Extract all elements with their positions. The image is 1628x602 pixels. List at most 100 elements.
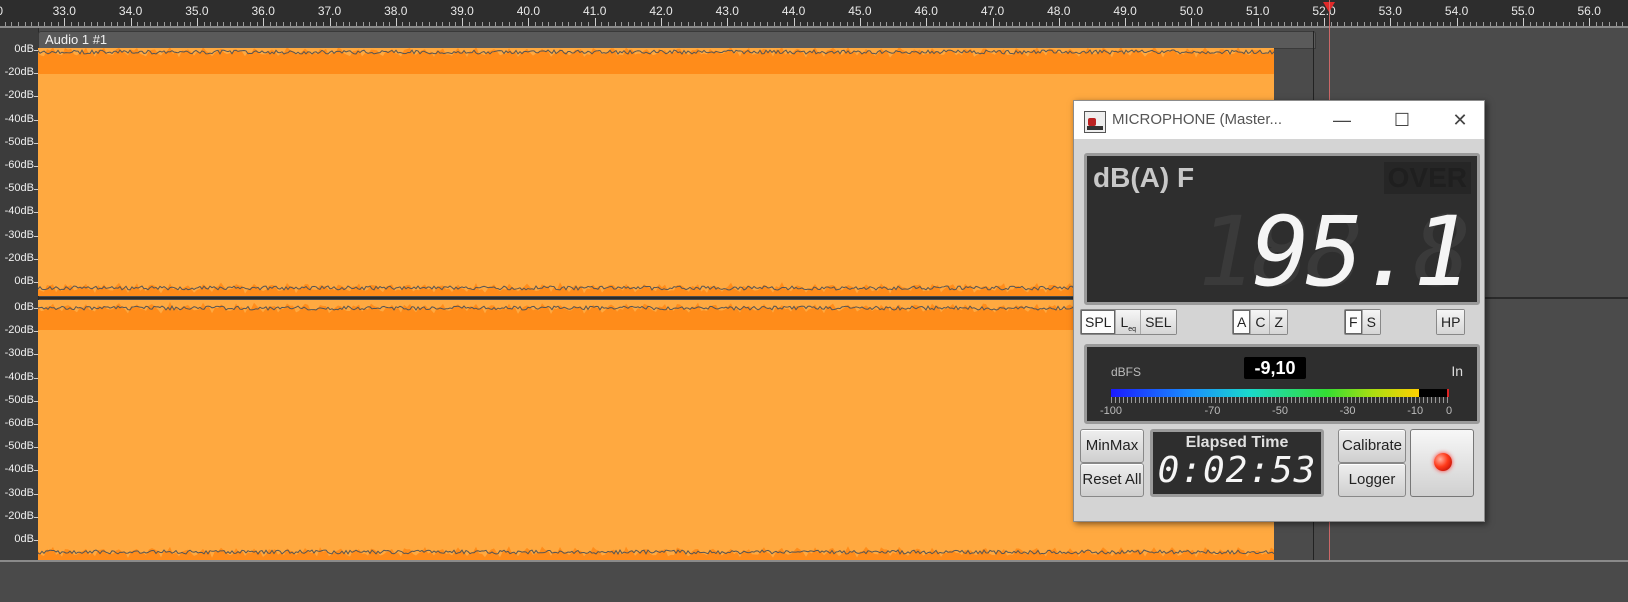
ruler-minor-tick [1404,22,1405,26]
leq-mode-button[interactable]: Leq [1116,310,1141,334]
ruler-minor-tick [389,22,390,26]
ruler-major-tick [1390,18,1391,26]
reset-all-button[interactable]: Reset All [1080,463,1144,497]
ruler-minor-tick [495,22,496,26]
ruler-minor-tick [535,22,536,26]
ruler-minor-tick [906,22,907,26]
spl-mode-button[interactable]: SPL [1081,310,1116,334]
ruler-minor-tick [1536,22,1537,26]
ruler-minor-tick [409,22,410,26]
ruler-minor-tick [1092,22,1093,26]
ruler-minor-tick [1165,22,1166,26]
ruler-major-tick [197,18,198,26]
ruler-tick-label: 37.0 [318,4,341,18]
ruler-minor-tick [442,22,443,26]
ruler-minor-tick [469,22,470,26]
dbfs-meter-panel: dBFS -9,10 In -100 -70 -50 -30 -10 0 [1084,344,1480,424]
ruler-tick-label: 48.0 [1047,4,1070,18]
timeline-ruler[interactable]: .0 33.0 34.0 35.0 36.0 37.0 38.0 39.0 40.0 41.0 42… [0,0,1628,28]
db-scale-label: 0dB [14,301,34,313]
elapsed-time-display: Elapsed Time 0:02:53 [1150,429,1324,497]
microphone-meter-window[interactable]: MICROPHONE (Master... — ☐ ✕ dB(A) F OVER… [1073,100,1485,522]
ruler-minor-tick [31,22,32,26]
frequency-weighting-group: A C Z [1232,309,1288,335]
ruler-minor-tick [1291,22,1292,26]
ruler-minor-tick [601,22,602,26]
time-fast-button[interactable]: F [1345,310,1363,334]
ruler-minor-tick [1284,22,1285,26]
minmax-button[interactable]: MinMax [1080,429,1144,463]
ruler-minor-tick [886,22,887,26]
db-scale-label: 0dB [14,43,34,55]
ruler-minor-tick [1609,22,1610,26]
ruler-minor-tick [688,22,689,26]
ruler-minor-tick [893,22,894,26]
ruler-minor-tick [1085,22,1086,26]
ruler-minor-tick [780,22,781,26]
db-scale-label: -20dB [5,252,34,264]
input-label: In [1451,363,1463,379]
highpass-button[interactable]: HP [1437,310,1464,334]
ruler-tick-label: 43.0 [716,4,739,18]
ruler-minor-tick [502,22,503,26]
ruler-minor-tick [150,22,151,26]
ruler-minor-tick [634,22,635,26]
ruler-major-tick [1523,18,1524,26]
ruler-minor-tick [1012,22,1013,26]
ruler-minor-tick [515,22,516,26]
ruler-minor-tick [1437,22,1438,26]
db-scale-label: -20dB [5,66,34,78]
clip-header[interactable]: Audio 1 #1 [38,31,1316,49]
ruler-minor-tick [1357,22,1358,26]
ruler-minor-tick [270,22,271,26]
horizontal-scrollbar[interactable] [0,560,1628,602]
ruler-tick-label: 55.0 [1511,4,1534,18]
ruler-minor-tick [813,22,814,26]
time-slow-button[interactable]: S [1363,310,1380,334]
ruler-major-tick [528,18,529,26]
weighting-c-button[interactable]: C [1251,310,1270,334]
sel-mode-button[interactable]: SEL [1141,310,1175,334]
ruler-major-tick [1457,18,1458,26]
close-button[interactable]: ✕ [1438,107,1482,133]
ruler-minor-tick [827,22,828,26]
ruler-minor-tick [562,22,563,26]
ruler-minor-tick [820,22,821,26]
ruler-minor-tick [283,22,284,26]
ruler-minor-tick [177,22,178,26]
ruler-minor-tick [681,22,682,26]
db-scale-label: -60dB [5,417,34,429]
ruler-minor-tick [316,22,317,26]
ruler-minor-tick [1099,22,1100,26]
ruler-tick-label: 53.0 [1379,4,1402,18]
maximize-button[interactable]: ☐ [1380,107,1424,133]
ruler-minor-tick [230,22,231,26]
weighting-z-button[interactable]: Z [1270,310,1287,334]
ruler-minor-tick [641,22,642,26]
calibrate-button[interactable]: Calibrate [1338,429,1406,463]
minimize-button[interactable]: — [1320,107,1364,133]
ruler-minor-tick [847,22,848,26]
ruler-minor-tick [621,22,622,26]
ruler-minor-tick [953,22,954,26]
ruler-minor-tick [429,22,430,26]
window-titlebar[interactable]: MICROPHONE (Master... — ☐ ✕ [1074,101,1484,139]
ruler-major-tick [727,18,728,26]
highpass-group: HP [1436,309,1465,335]
ruler-minor-tick [1039,22,1040,26]
ruler-minor-tick [164,22,165,26]
record-button[interactable] [1410,429,1474,497]
clip-indicator [1447,389,1449,397]
ruler-minor-tick [369,22,370,26]
ruler-minor-tick [243,22,244,26]
ruler-minor-tick [1251,22,1252,26]
ruler-tick-label: 45.0 [848,4,871,18]
logger-button[interactable]: Logger [1338,463,1406,497]
weighting-a-button[interactable]: A [1233,310,1251,334]
ruler-minor-tick [1596,22,1597,26]
db-scale-label: -40dB [5,205,34,217]
ruler-minor-tick [25,22,26,26]
ruler-minor-tick [38,22,39,26]
ruler-minor-tick [913,22,914,26]
ruler-minor-tick [509,22,510,26]
